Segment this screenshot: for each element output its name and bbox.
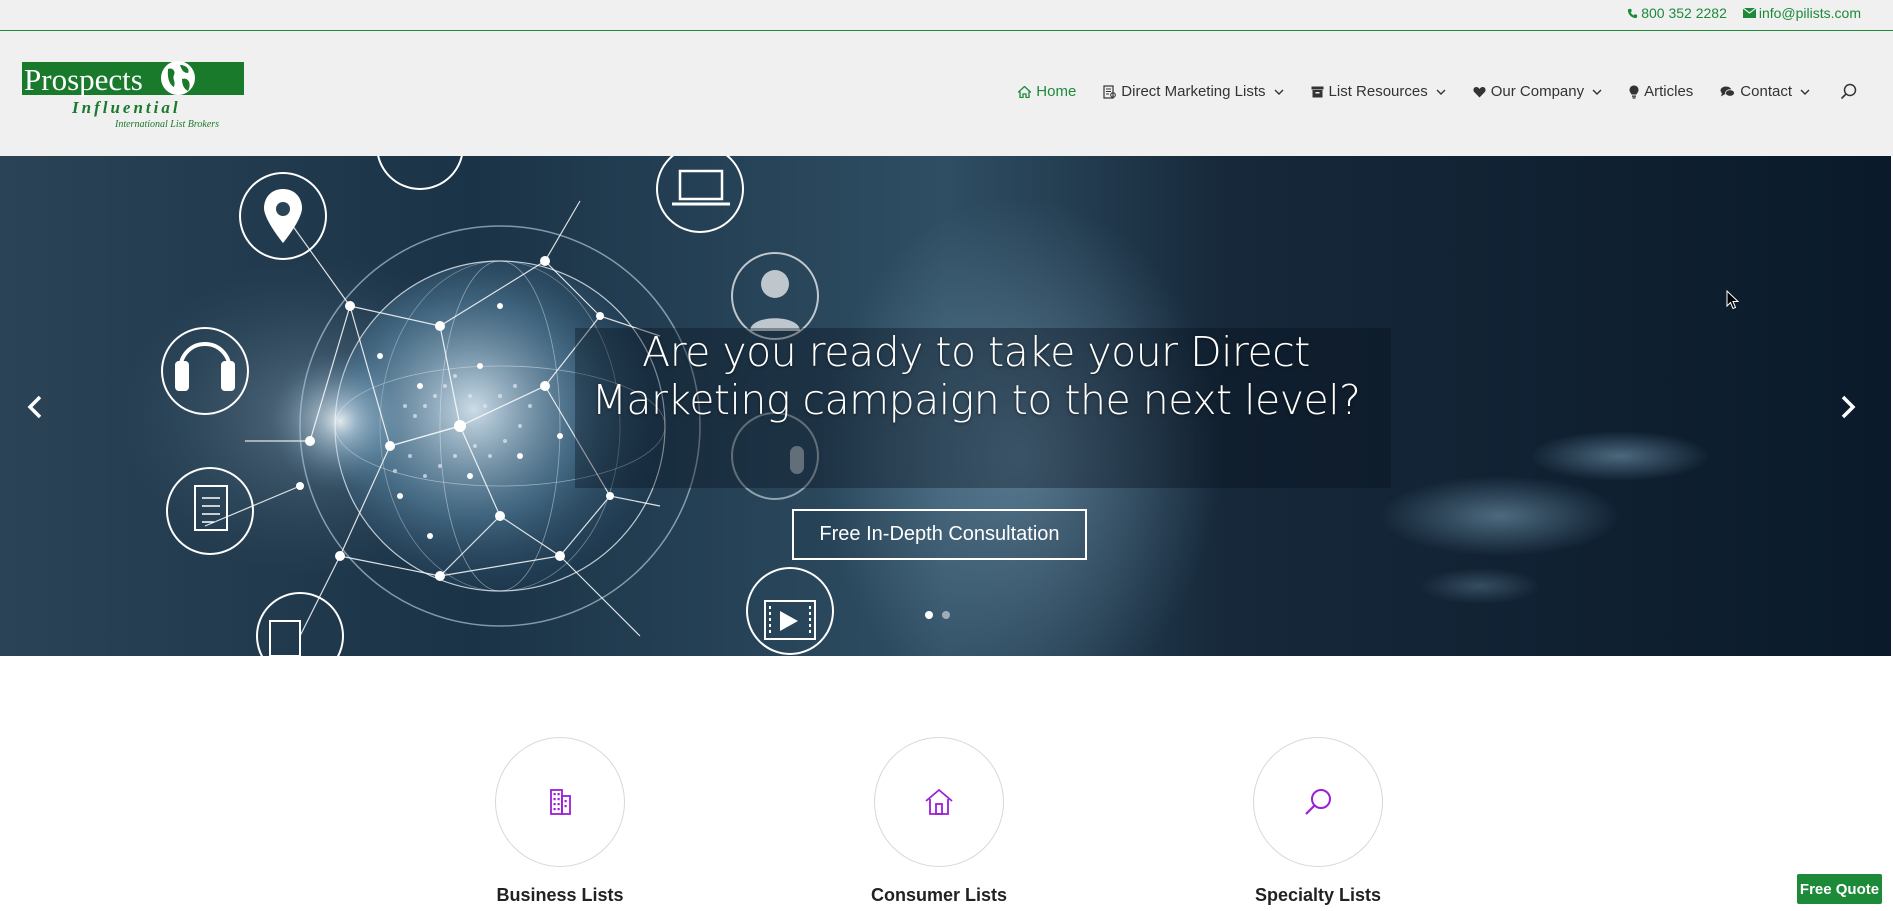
hero-slider: Are you ready to take your Direct Market… bbox=[0, 156, 1891, 656]
search-icon bbox=[1840, 83, 1857, 100]
nav-label-direct-marketing-lists: Direct Marketing Lists bbox=[1121, 83, 1266, 100]
slider-dot-1[interactable] bbox=[925, 611, 933, 619]
feature-icon-circle bbox=[495, 737, 625, 867]
archive-icon bbox=[1311, 86, 1324, 97]
feature-business-lists[interactable]: Business Lists bbox=[430, 737, 690, 906]
feature-title: Specialty Lists bbox=[1254, 885, 1382, 905]
nav-item-direct-marketing-lists[interactable]: Direct Marketing Lists bbox=[1103, 83, 1284, 100]
nav-item-articles[interactable]: Articles bbox=[1629, 83, 1693, 100]
nav-label-home: Home bbox=[1036, 83, 1077, 100]
feature-icon-circle bbox=[1253, 737, 1383, 867]
logo-tagline-text: International List Brokers bbox=[114, 119, 219, 129]
phone-icon bbox=[1628, 8, 1638, 18]
contact-info: 800 352 2282 info@pilists.com bbox=[1627, 5, 1861, 21]
nav-item-our-company[interactable]: Our Company bbox=[1473, 83, 1602, 100]
nav-label-contact: Contact bbox=[1740, 83, 1792, 100]
site-header: Prospects Influential International List… bbox=[0, 31, 1893, 156]
nav-item-contact[interactable]: Contact bbox=[1720, 83, 1810, 100]
search-icon bbox=[1305, 789, 1331, 815]
main-nav: Home Direct Marketing Lists List Resourc… bbox=[991, 83, 1857, 100]
logo-prospects-text: Prospects bbox=[24, 62, 143, 97]
nav-label-articles: Articles bbox=[1644, 83, 1694, 100]
chevron-right-icon bbox=[1841, 395, 1856, 419]
site-logo[interactable]: Prospects Influential International List… bbox=[22, 59, 244, 130]
feature-icon-circle bbox=[874, 737, 1004, 867]
mouse-cursor-icon bbox=[1726, 290, 1740, 310]
heart-icon bbox=[1473, 86, 1486, 97]
chevron-down-icon bbox=[1274, 89, 1284, 95]
slider-prev-button[interactable] bbox=[20, 389, 50, 425]
feature-specialty-lists[interactable]: Specialty Lists bbox=[1188, 737, 1448, 906]
free-consultation-button[interactable]: Free In-Depth Consultation bbox=[792, 509, 1087, 560]
slider-pagination bbox=[925, 611, 950, 619]
phone-number: 800 352 2282 bbox=[1641, 5, 1727, 21]
feature-title: Business Lists bbox=[496, 885, 624, 905]
house-icon bbox=[925, 788, 953, 815]
search-button[interactable] bbox=[1840, 83, 1857, 100]
nav-item-list-resources[interactable]: List Resources bbox=[1311, 83, 1446, 100]
email-address: info@pilists.com bbox=[1758, 5, 1861, 21]
email-link[interactable]: info@pilists.com bbox=[1742, 5, 1861, 21]
chat-icon bbox=[1720, 86, 1736, 97]
nav-label-our-company: Our Company bbox=[1490, 83, 1585, 100]
free-quote-button[interactable]: Free Quote bbox=[1797, 874, 1882, 904]
chevron-down-icon bbox=[1436, 89, 1446, 95]
logo-influential-text: Influential bbox=[71, 98, 181, 117]
chevron-down-icon bbox=[1592, 89, 1602, 95]
chevron-down-icon bbox=[1800, 89, 1810, 95]
building-icon bbox=[550, 789, 571, 815]
list-icon bbox=[1103, 84, 1117, 99]
nav-item-home[interactable]: Home bbox=[1018, 83, 1076, 100]
chevron-left-icon bbox=[27, 395, 42, 419]
top-bar: 800 352 2282 info@pilists.com bbox=[0, 0, 1893, 31]
nav-label-list-resources: List Resources bbox=[1328, 83, 1428, 100]
feature-consumer-lists[interactable]: Consumer Lists bbox=[809, 737, 1069, 906]
slider-next-button[interactable] bbox=[1833, 389, 1863, 425]
hero-heading-line1: Are you ready to take your Direct bbox=[642, 328, 1310, 376]
phone-link[interactable]: 800 352 2282 bbox=[1627, 5, 1727, 21]
hero-heading: Are you ready to take your Direct Market… bbox=[540, 328, 1412, 424]
slider-dot-2[interactable] bbox=[942, 611, 950, 619]
envelope-icon bbox=[1742, 8, 1756, 18]
feature-title: Consumer Lists bbox=[870, 885, 1008, 905]
hero-heading-line2: Marketing campaign to the next level? bbox=[591, 376, 1361, 424]
lightbulb-icon bbox=[1629, 85, 1639, 99]
home-icon bbox=[1018, 85, 1032, 98]
